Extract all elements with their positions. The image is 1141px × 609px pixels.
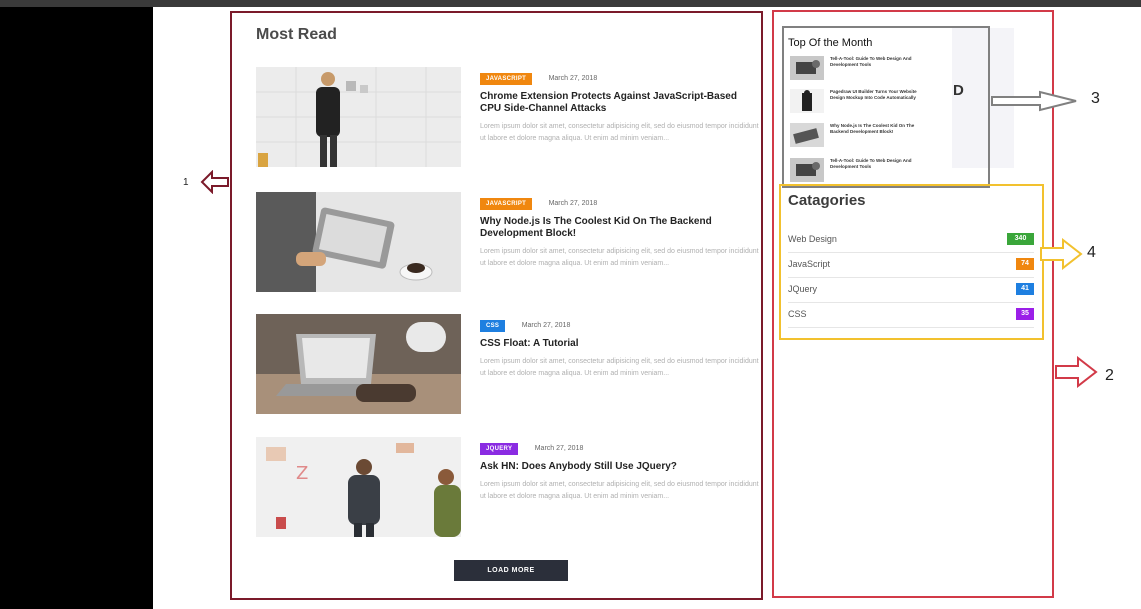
annotation-label-1: 1 — [183, 177, 189, 188]
annotation-arrow-left-icon — [200, 170, 229, 194]
annotation-box-4 — [779, 184, 1044, 340]
annotation-arrow-right-icon — [991, 90, 1077, 112]
annotation-label-2: 2 — [1105, 367, 1114, 384]
annotation-label-3: 3 — [1091, 90, 1100, 107]
annotation-arrow-right-icon — [1040, 238, 1083, 270]
window-top-bar — [0, 0, 1141, 7]
annotation-box-3 — [782, 26, 990, 188]
annotation-label-4: 4 — [1087, 244, 1096, 261]
black-side-panel — [0, 7, 153, 609]
annotation-arrow-right-icon — [1055, 356, 1098, 388]
annotation-box-1 — [230, 11, 763, 600]
